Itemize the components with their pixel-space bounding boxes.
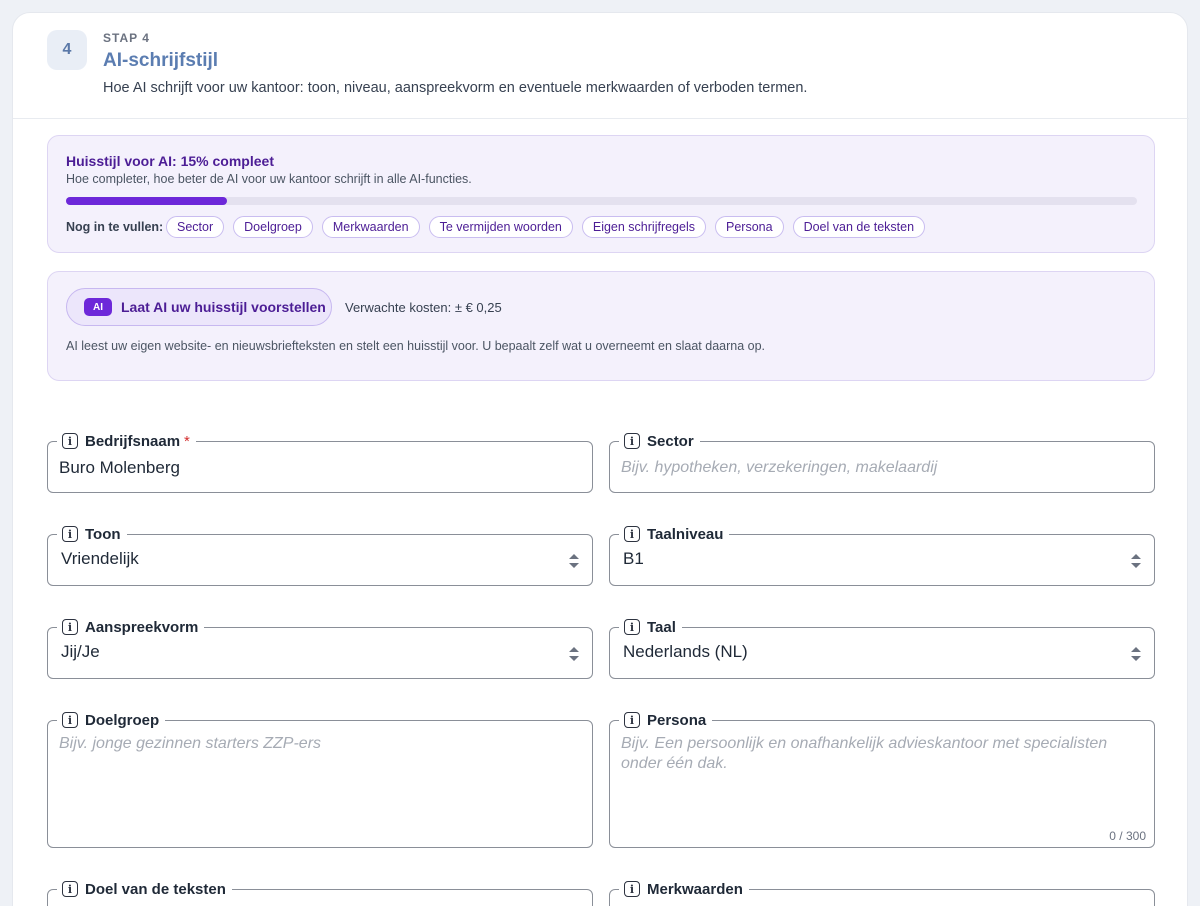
bedrijfsnaam-field[interactable]: i Bedrijfsnaam * Buro Molenberg (47, 430, 593, 493)
ai-note: AI leest uw eigen website- en nieuwsbrie… (66, 339, 766, 353)
persona-label: Persona (647, 711, 707, 729)
ai-suggest-button-label: Laat AI uw huisstijl voorstellen (121, 299, 326, 315)
step-description: Hoe AI schrijft voor uw kantoor: toon, n… (103, 80, 808, 96)
taalniveau-select[interactable]: i Taalniveau B1 (609, 523, 1155, 586)
persona-legend: i Persona (619, 709, 713, 731)
persona-placeholder-line2[interactable]: onder één dak. (621, 754, 728, 774)
aanspreekvorm-select[interactable]: i Aanspreekvorm Jij/Je (47, 616, 593, 679)
progress-bar-fill (66, 197, 227, 205)
sector-placeholder[interactable]: Bijv. hypotheken, verzekeringen, makelaa… (621, 458, 937, 478)
select-arrows-icon (1131, 554, 1141, 568)
todo-chip-te-vermijden-woorden[interactable]: Te vermijden woorden (428, 216, 573, 238)
step-label: STAP 4 (103, 31, 150, 45)
taal-select[interactable]: i Taal Nederlands (NL) (609, 616, 1155, 679)
doelgroep-label: Doelgroep (85, 711, 160, 729)
todo-label: Nog in te vullen: (66, 220, 164, 234)
persona-char-counter: 0 / 300 (1109, 829, 1146, 843)
taalniveau-value: B1 (623, 549, 644, 568)
toon-legend: i Toon (57, 523, 127, 545)
taal-legend: i Taal (619, 616, 682, 638)
toon-select[interactable]: i Toon Vriendelijk (47, 523, 593, 586)
style-progress-panel: Huisstijl voor AI: 15% compleet Hoe comp… (47, 135, 1155, 253)
taal-value: Nederlands (NL) (623, 642, 748, 661)
sector-field[interactable]: i Sector Bijv. hypotheken, verzekeringen… (609, 430, 1155, 493)
info-icon[interactable]: i (624, 619, 640, 635)
select-arrows-icon (569, 554, 579, 568)
taal-label: Taal (647, 618, 676, 636)
progress-subtitle: Hoe completer, hoe beter de AI voor uw k… (66, 172, 472, 186)
ai-badge-icon: AI (84, 298, 112, 316)
info-icon[interactable]: i (62, 619, 78, 635)
step-card: 4 STAP 4 AI-schrijfstijl Hoe AI schrijft… (12, 12, 1189, 906)
bedrijfsnaam-value[interactable]: Buro Molenberg (59, 458, 180, 478)
merkwaarden-legend: i Merkwaarden (619, 878, 749, 900)
info-icon[interactable]: i (62, 433, 78, 449)
info-icon[interactable]: i (624, 433, 640, 449)
toon-value: Vriendelijk (61, 549, 139, 568)
step-header: 4 STAP 4 AI-schrijfstijl Hoe AI schrijft… (13, 13, 1189, 119)
info-icon[interactable]: i (624, 712, 640, 728)
bedrijfsnaam-label: Bedrijfsnaam (85, 432, 181, 450)
todo-chips: Sector Doelgroep Merkwaarden Te vermijde… (166, 216, 926, 238)
ai-suggest-panel: AI Laat AI uw huisstijl voorstellen Verw… (47, 271, 1155, 381)
merkwaarden-field[interactable]: i Merkwaarden (609, 878, 1155, 906)
progress-title: Huisstijl voor AI: 15% compleet (66, 153, 274, 169)
doelgroep-legend: i Doelgroep (57, 709, 166, 731)
merkwaarden-label: Merkwaarden (647, 880, 743, 898)
info-icon[interactable]: i (624, 881, 640, 897)
todo-chip-doel-van-de-teksten[interactable]: Doel van de teksten (792, 216, 926, 238)
sector-legend: i Sector (619, 430, 700, 452)
doel-field[interactable]: i Doel van de teksten (47, 878, 593, 906)
taalniveau-label: Taalniveau (647, 525, 724, 543)
todo-chip-sector[interactable]: Sector (166, 216, 225, 238)
step-number-badge: 4 (47, 30, 87, 70)
todo-chip-doelgroep[interactable]: Doelgroep (233, 216, 313, 238)
info-icon[interactable]: i (624, 526, 640, 542)
toon-label: Toon (85, 525, 121, 543)
todo-chip-eigen-schrijfregels[interactable]: Eigen schrijfregels (581, 216, 706, 238)
required-marker: * (184, 432, 190, 450)
info-icon[interactable]: i (62, 881, 78, 897)
aanspreekvorm-label: Aanspreekvorm (85, 618, 199, 636)
aanspreekvorm-value: Jij/Je (61, 642, 100, 661)
doelgroep-textarea[interactable]: i Doelgroep Bijv. jonge gezinnen starter… (47, 709, 593, 848)
sector-label: Sector (647, 432, 694, 450)
todo-chip-persona[interactable]: Persona (715, 216, 784, 238)
ai-suggest-style-button[interactable]: AI Laat AI uw huisstijl voorstellen (66, 288, 332, 326)
info-icon[interactable]: i (62, 712, 78, 728)
ai-expected-cost: Verwachte kosten: ± € 0,25 (345, 300, 502, 315)
progress-bar (66, 197, 1137, 205)
select-arrows-icon (1131, 647, 1141, 661)
persona-placeholder-line1[interactable]: Bijv. Een persoonlijk en onafhankelijk a… (621, 734, 1107, 754)
step-title: AI-schrijfstijl (103, 50, 219, 71)
persona-textarea[interactable]: i Persona Bijv. Een persoonlijk en onafh… (609, 709, 1155, 848)
bedrijfsnaam-legend: i Bedrijfsnaam * (57, 430, 196, 452)
doel-label: Doel van de teksten (85, 880, 226, 898)
select-arrows-icon (569, 647, 579, 661)
aanspreekvorm-legend: i Aanspreekvorm (57, 616, 205, 638)
info-icon[interactable]: i (62, 526, 78, 542)
doelgroep-placeholder[interactable]: Bijv. jonge gezinnen starters ZZP-ers (59, 734, 321, 754)
todo-chip-merkwaarden[interactable]: Merkwaarden (321, 216, 420, 238)
taalniveau-legend: i Taalniveau (619, 523, 730, 545)
doel-legend: i Doel van de teksten (57, 878, 232, 900)
